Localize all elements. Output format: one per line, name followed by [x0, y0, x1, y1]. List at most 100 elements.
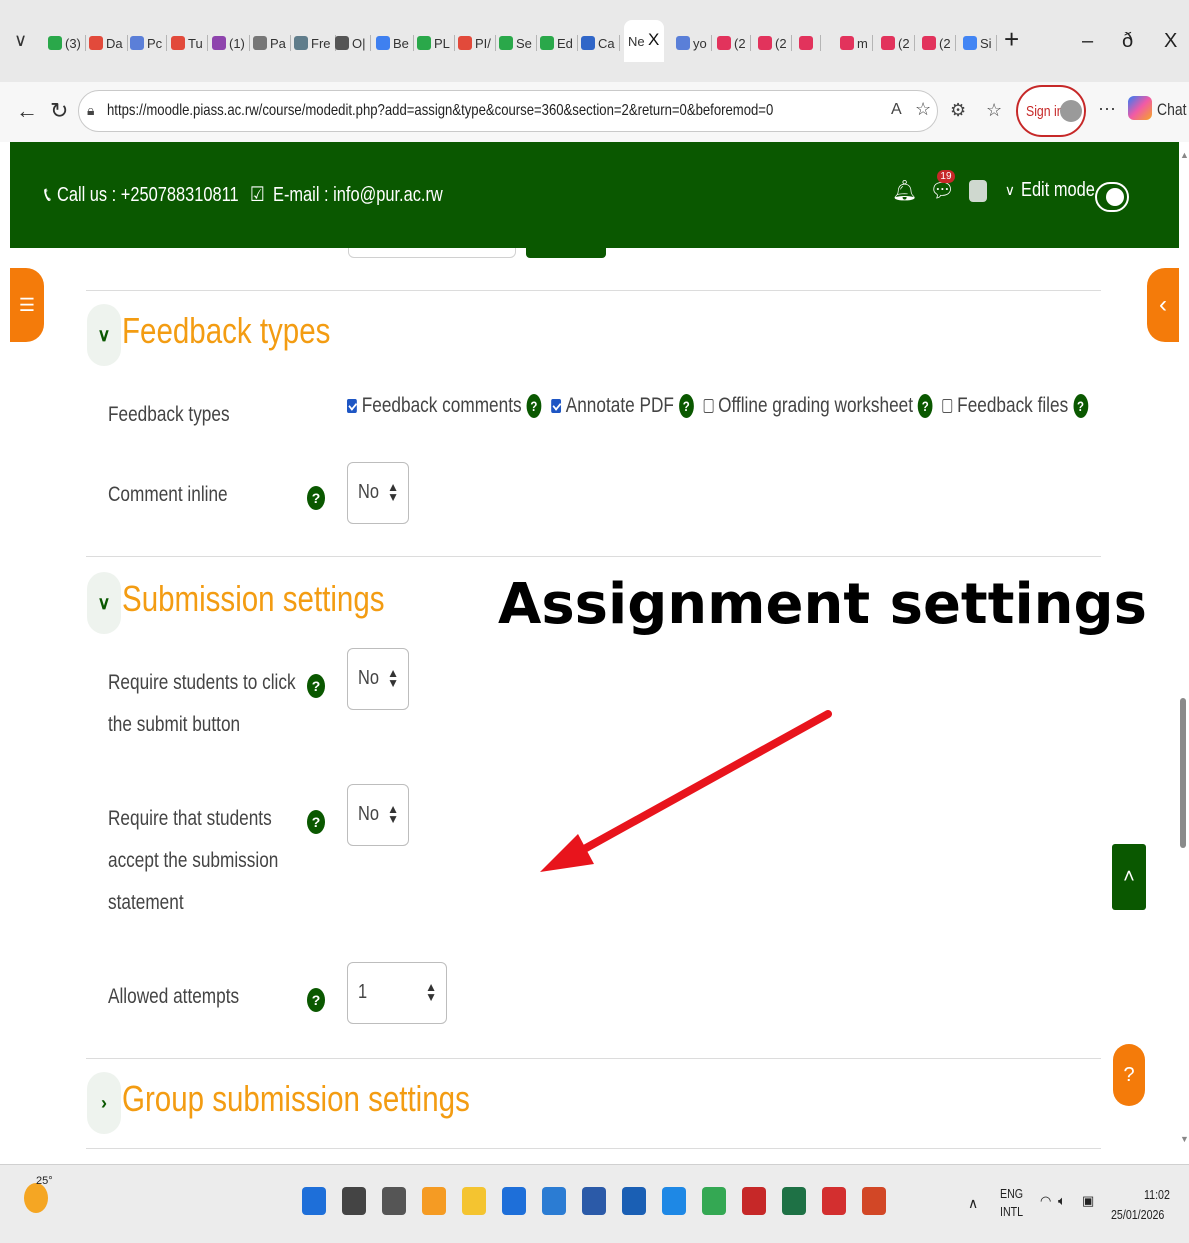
tab-right-5[interactable]: (2 — [881, 28, 915, 58]
user-menu-chevron-icon[interactable]: ∨ — [1005, 182, 1015, 199]
favorite-star-icon[interactable]: ☆ — [915, 99, 931, 120]
tab-13[interactable]: Ca — [581, 28, 620, 58]
search-icon[interactable] — [342, 1187, 366, 1215]
favorites-icon[interactable]: ☆ — [986, 100, 1002, 121]
sign-in-button[interactable]: Sign in — [1016, 85, 1086, 137]
tab-right-4[interactable]: m — [840, 28, 873, 58]
feedback-types-heading[interactable]: Feedback types — [122, 310, 376, 352]
tab-5[interactable]: Pa — [253, 28, 291, 58]
help-floating-button[interactable]: ? — [1113, 1044, 1145, 1106]
close-window-button[interactable]: X — [1164, 30, 1177, 53]
tab-right-1[interactable]: (2 — [717, 28, 751, 58]
help-icon[interactable]: ? — [917, 394, 933, 418]
task-view-icon[interactable] — [382, 1187, 406, 1215]
checkbox-checked[interactable] — [347, 399, 357, 413]
feedback-option-files[interactable]: Feedback files? — [942, 394, 1088, 418]
tab-8[interactable]: Be — [376, 28, 414, 58]
excel-icon[interactable] — [782, 1187, 806, 1215]
clock[interactable]: 11:02 25/01/2026 — [1111, 1185, 1176, 1225]
more-icon[interactable]: ··· — [1098, 98, 1116, 119]
scrollbar-thumb[interactable] — [1180, 698, 1186, 848]
new-tab-button[interactable]: + — [1004, 24, 1019, 55]
notification-bell-icon[interactable]: 🔔︎ — [892, 178, 917, 203]
help-icon[interactable]: ? — [1073, 394, 1088, 418]
tab-right-7[interactable]: Si — [963, 28, 997, 58]
user-menu-avatar[interactable] — [968, 179, 987, 202]
store-icon[interactable] — [502, 1187, 526, 1215]
call-us-text[interactable]: Call us : +250788310811 — [57, 184, 239, 207]
tab-7[interactable]: O| — [335, 28, 371, 58]
partial-input-field[interactable] — [348, 248, 516, 258]
help-icon[interactable]: ? — [307, 988, 325, 1012]
tab-right-3[interactable] — [799, 28, 821, 58]
help-icon[interactable]: ? — [678, 394, 694, 418]
url-field[interactable]: 🔒︎ https://moodle.piass.ac.rw/course/mod… — [78, 90, 938, 132]
allowed-attempts-select[interactable]: 1 ▲ ▼ — [347, 962, 447, 1024]
extensions-icon[interactable]: ⚙ — [950, 100, 966, 121]
minimize-button[interactable]: – — [1082, 30, 1093, 53]
group-submission-expand-toggle[interactable]: › — [87, 1072, 121, 1134]
tab-3[interactable]: Tu — [171, 28, 208, 58]
feedback-option-annotate-pdf[interactable]: Annotate PDF? — [550, 394, 694, 418]
acrobat-icon[interactable] — [822, 1187, 846, 1215]
block-drawer-toggle[interactable]: ‹ — [1147, 268, 1179, 342]
feedback-types-collapse-toggle[interactable]: ∨ — [87, 304, 121, 366]
tab-close-button[interactable]: X — [648, 30, 659, 50]
page-scrollbar[interactable]: ▲ ▼ — [1179, 142, 1189, 1164]
feedback-option-comments[interactable]: Feedback comments? — [347, 394, 542, 418]
tab-11[interactable]: Se — [499, 28, 537, 58]
tab-4[interactable]: (1) — [212, 28, 250, 58]
help-icon[interactable]: ? — [526, 394, 542, 418]
tab-1[interactable]: Da — [89, 28, 128, 58]
tab-0[interactable]: (3) — [48, 28, 86, 58]
tab-search-icon[interactable]: ∨ — [14, 30, 27, 51]
feedback-option-offline-worksheet[interactable]: Offline grading worksheet? — [703, 394, 933, 418]
messages-icon[interactable]: 💬︎ 19 — [929, 170, 955, 203]
tray-chevron-icon[interactable]: ∧ — [968, 1195, 978, 1212]
tab-6[interactable]: Fre — [294, 28, 336, 58]
partial-button[interactable] — [526, 248, 606, 258]
word-icon[interactable] — [582, 1187, 606, 1215]
powerpoint-icon[interactable] — [862, 1187, 886, 1215]
checkbox-unchecked[interactable] — [703, 399, 714, 413]
submission-settings-collapse-toggle[interactable]: ∨ — [87, 572, 121, 634]
read-aloud-icon[interactable]: A — [891, 101, 902, 119]
file-explorer-icon[interactable] — [462, 1187, 486, 1215]
tab-2[interactable]: Pc — [130, 28, 168, 58]
group-submission-heading[interactable]: Group submission settings — [122, 1078, 546, 1120]
battery-icon[interactable]: ▣ — [1082, 1193, 1094, 1209]
scroll-up-arrow[interactable]: ▲ — [1180, 150, 1189, 160]
scroll-to-top-button[interactable]: ˄ — [1112, 844, 1146, 910]
tab-active[interactable]: Ne X — [624, 20, 664, 62]
submission-settings-heading[interactable]: Submission settings — [122, 578, 442, 620]
copilot-icon[interactable] — [1128, 96, 1152, 120]
email-text[interactable]: E-mail : info@pur.ac.rw — [273, 184, 443, 207]
comment-inline-select[interactable]: No ▲ ▼ — [347, 462, 409, 524]
tab-right-2[interactable]: (2 — [758, 28, 792, 58]
checkbox-unchecked[interactable] — [942, 399, 953, 413]
tab-right-6[interactable]: (2 — [922, 28, 956, 58]
hp-icon[interactable] — [622, 1187, 646, 1215]
tab-12[interactable]: Ed — [540, 28, 578, 58]
course-index-drawer-toggle[interactable]: ☰ — [10, 268, 44, 342]
edge-icon[interactable] — [662, 1187, 686, 1215]
help-icon[interactable]: ? — [307, 674, 325, 698]
refresh-icon[interactable]: ↻ — [50, 98, 68, 124]
tab-10[interactable]: PI/ — [458, 28, 496, 58]
accept-statement-select[interactable]: No ▲ ▼ — [347, 784, 409, 846]
copilot-icon[interactable] — [422, 1187, 446, 1215]
wifi-icon[interactable]: ◠ — [1040, 1193, 1051, 1209]
require-submit-select[interactable]: No ▲ ▼ — [347, 648, 409, 710]
chrome-icon[interactable] — [702, 1187, 726, 1215]
checkbox-checked[interactable] — [550, 399, 561, 413]
back-icon[interactable]: ← — [16, 98, 38, 124]
help-icon[interactable]: ? — [307, 486, 325, 510]
chat-label[interactable]: Chat — [1157, 100, 1186, 120]
scroll-down-arrow[interactable]: ▼ — [1180, 1134, 1189, 1144]
tab-9[interactable]: PL — [417, 28, 455, 58]
restore-button[interactable]: ð — [1122, 30, 1133, 53]
volume-icon[interactable]: 🔈︎ — [1058, 1193, 1066, 1209]
edit-mode-toggle[interactable] — [1095, 182, 1129, 212]
site-info-icon[interactable]: 🔒︎ — [87, 102, 94, 119]
weather-widget[interactable]: 25° — [24, 1175, 53, 1213]
